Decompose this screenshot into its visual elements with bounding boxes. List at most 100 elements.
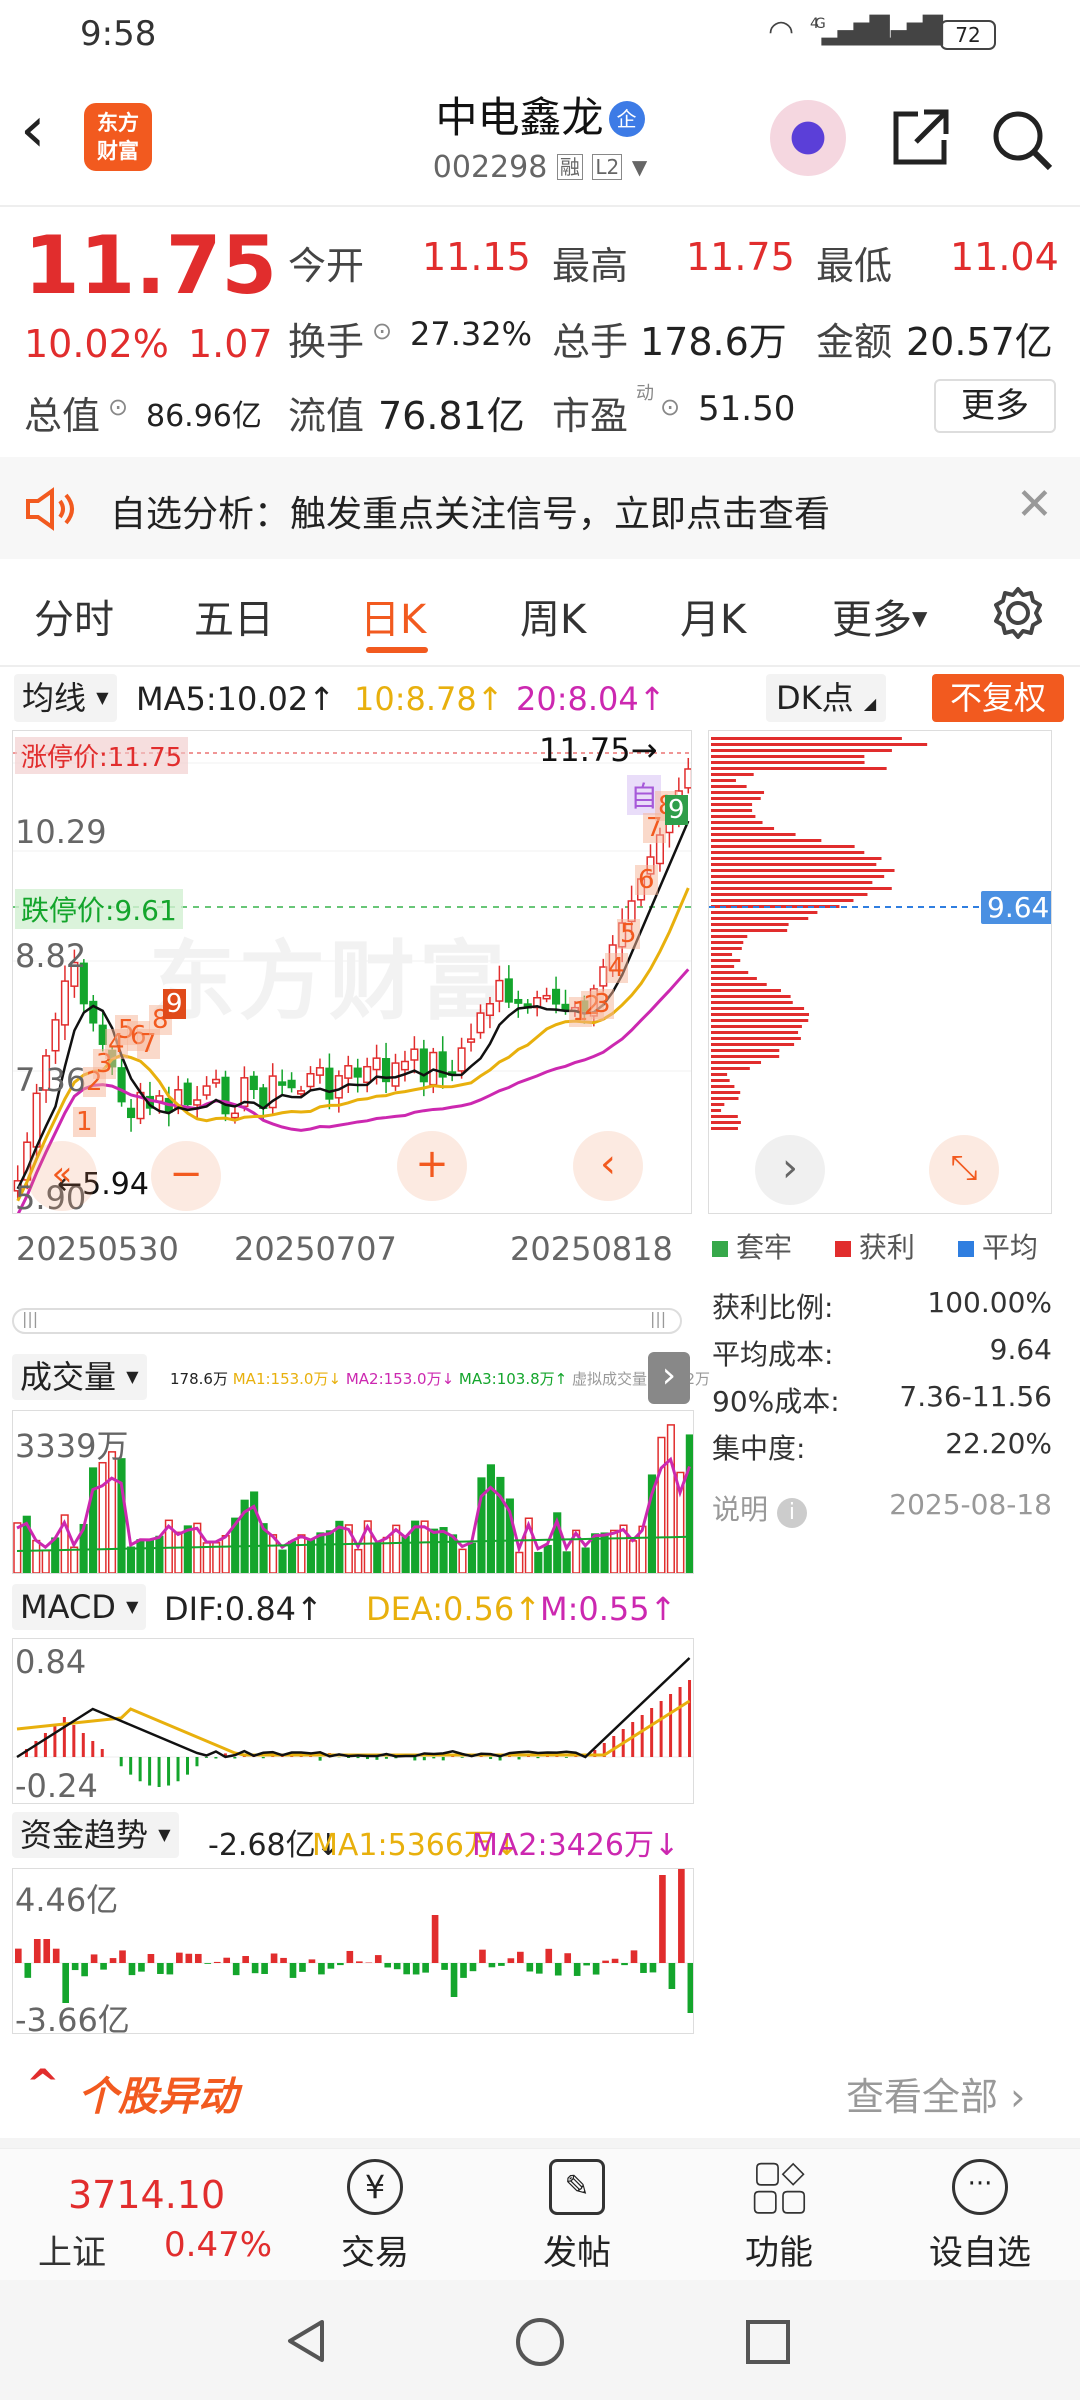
chip-bar (711, 923, 789, 926)
chip-bar (711, 1073, 728, 1076)
range-slider[interactable]: ||| ||| (12, 1308, 682, 1334)
assistant-avatar-icon[interactable] (770, 100, 846, 176)
chip-bar (711, 929, 788, 932)
volume-bar (373, 1543, 382, 1573)
index-value[interactable]: 3714.10 (68, 2173, 225, 2217)
macd-max-label: 0.84 (15, 1643, 87, 1681)
kline-chart[interactable]: 东方财富 涨停价:11.75 10.29 跌停价:9.61 8.82 7.36 … (12, 730, 692, 1214)
chip-bar (711, 1031, 799, 1034)
edit-icon: ✎ (549, 2159, 605, 2215)
chip-bar (711, 845, 855, 848)
open-label: 今开 (288, 244, 365, 288)
info-icon[interactable]: ⊙ (108, 393, 128, 421)
nav-trade-label: 交易 (341, 2233, 409, 2273)
app-logo[interactable]: 东方 财富 (84, 103, 152, 171)
fund-selector[interactable]: 资金趋势 ▼ (12, 1812, 179, 1858)
pe-info-icon[interactable]: ⊙ (660, 393, 680, 421)
fund-bar (356, 1961, 363, 1963)
nav-add-watchlist[interactable]: ··· 设自选 (922, 2159, 1038, 2274)
scroll-far-left-button[interactable]: « (27, 1141, 97, 1211)
index-name[interactable]: 上证 (38, 2225, 106, 2274)
ma-selector[interactable]: 均线 ▼ (14, 674, 117, 722)
volume-bar (98, 1461, 107, 1573)
chip-bar (711, 953, 733, 956)
chip-bar (711, 1097, 739, 1100)
close-icon[interactable]: ✕ (1016, 479, 1053, 530)
system-recents-icon[interactable] (744, 2318, 792, 2366)
fund-chart[interactable]: 4.46亿 -3.66亿 (12, 1868, 694, 2034)
expand-icon[interactable]: ⤡ (929, 1135, 999, 1205)
share-icon[interactable] (888, 108, 950, 170)
chip-bar (711, 737, 902, 740)
system-back-icon[interactable] (282, 2316, 332, 2366)
chip-next-button[interactable]: › (755, 1135, 825, 1205)
scroll-left-button[interactable]: ‹ (573, 1131, 643, 1201)
fund-bar (592, 1963, 600, 1975)
movement-row[interactable]: ^ 个股异动 查看全部 › (0, 2048, 1080, 2128)
chip-chart[interactable]: 9.64 › ⤡ (708, 730, 1052, 1214)
back-icon[interactable]: ‹ (20, 98, 46, 162)
slider-handle-right[interactable]: ||| (650, 1309, 666, 1328)
more-button[interactable]: 更多 (934, 379, 1056, 433)
settings-gear-icon[interactable] (990, 585, 1046, 641)
zoom-out-button[interactable]: − (151, 1141, 221, 1211)
signal-marker: 9 (163, 989, 186, 1019)
legend-profit: 获利 (834, 1231, 915, 1264)
candle-body (183, 1082, 192, 1106)
chip-bar (711, 833, 796, 836)
nav-trade[interactable]: ¥ 交易 (320, 2159, 430, 2274)
volume-bar (354, 1548, 363, 1573)
volume-bar (51, 1537, 60, 1573)
volume-bar (581, 1547, 590, 1573)
volume-bar (126, 1546, 136, 1573)
fund-bar (611, 1958, 619, 1963)
high-label: 最高 (552, 244, 629, 288)
slider-handle-left[interactable]: ||| (22, 1309, 38, 1328)
nav-function[interactable]: ▢◇ ▢▢ 功能 (724, 2158, 834, 2274)
search-icon[interactable] (990, 108, 1054, 172)
current-price: 11.75 (24, 219, 278, 312)
notice-bar[interactable]: 自选分析：触发重点关注信号，立即点击查看 ✕ (0, 457, 1080, 559)
tab-more-label: 更多 (832, 597, 912, 643)
chip-bar (711, 947, 742, 950)
volume-chart[interactable]: 3339万 (12, 1410, 694, 1574)
system-home-icon[interactable] (514, 2316, 566, 2368)
macd-dea: DEA:0.56↑ (366, 1590, 542, 1628)
dk-point-selector[interactable]: DK点 ◢ (766, 674, 887, 722)
tab-more[interactable]: 更多▼ (832, 587, 927, 645)
tab-intraday[interactable]: 分时 (34, 587, 114, 645)
tab-monthly-k[interactable]: 月K (680, 587, 746, 645)
change-percent: 10.02% (24, 322, 169, 366)
expand-indicators-button[interactable]: › (648, 1352, 690, 1404)
nav-post[interactable]: ✎ 发帖 (522, 2159, 632, 2274)
turnover-info-icon[interactable]: ⊙ (372, 317, 392, 345)
fund-bar (299, 1963, 306, 1972)
stock-code-row[interactable]: 002298 融 L2 ▼ (340, 150, 740, 185)
tab-five-day[interactable]: 五日 (194, 587, 274, 645)
signal-icon-2: ▂▄▆█ (875, 16, 943, 46)
note-label: 说明 (712, 1493, 769, 1526)
volume-bar (486, 1464, 495, 1573)
tab-daily-k[interactable]: 日K (360, 587, 426, 645)
stock-title[interactable]: 中电鑫龙 企 (340, 84, 740, 145)
view-all-link[interactable]: 查看全部 › (846, 2066, 1025, 2121)
chip-note-row[interactable]: 说明 i 2025-08-18 (712, 1488, 1052, 1528)
active-tab-indicator (366, 647, 428, 653)
zoom-in-button[interactable]: + (397, 1131, 467, 1201)
fund-bar (384, 1963, 392, 1968)
macd-chart[interactable]: 0.84 -0.24 (12, 1638, 694, 1804)
float-label: 流值 (288, 394, 365, 438)
macd-svg (13, 1657, 693, 1787)
macd-selector[interactable]: MACD ▼ (12, 1584, 147, 1630)
fund-bar (24, 1963, 32, 1978)
ma-header: 均线 ▼ MA5:10.02↑ 10:8.78↑ 20:8.04↑ (0, 668, 700, 728)
index-percent[interactable]: 0.47% (164, 2225, 272, 2265)
volume-bar (297, 1534, 306, 1573)
tab-weekly-k[interactable]: 周K (520, 587, 586, 645)
candle-body (127, 1107, 136, 1119)
volume-selector[interactable]: 成交量 ▼ (12, 1354, 147, 1400)
adjust-button[interactable]: 不复权 (932, 674, 1064, 722)
fund-header: 资金趋势 ▼ -2.68亿↓ MA1:5366万↓ MA2:3426万↓ (12, 1810, 694, 1863)
chip-svg (709, 737, 1051, 1130)
fund-bar (393, 1963, 401, 1970)
